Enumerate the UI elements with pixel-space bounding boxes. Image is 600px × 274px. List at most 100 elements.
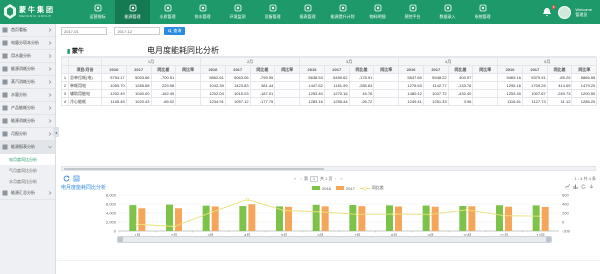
bar-2017-4[interactable] (248, 204, 256, 231)
sidebar-item-4[interactable]: 能源消耗分析 (0, 63, 55, 76)
sidebar-item-2[interactable]: 电量分项本分析 (0, 37, 55, 50)
bar-2017-1[interactable] (138, 208, 146, 231)
zoom-handle-left[interactable] (118, 237, 123, 242)
sidebar-item-3[interactable]: 用水量分析 (0, 50, 55, 63)
year-header: 同比率 (571, 65, 598, 74)
user-menu[interactable]: Welcome 管理员 (575, 7, 592, 17)
scrollbar-thumb[interactable] (64, 168, 324, 170)
bar-2016-11[interactable] (496, 205, 503, 231)
sidebar-item-1[interactable]: 首页看板 (0, 24, 55, 37)
chart-zoom-slider[interactable] (117, 236, 552, 243)
nav-item-4[interactable]: 排水管理 (185, 0, 220, 24)
bar-2016-12[interactable] (532, 205, 540, 231)
table-cell: 1253.40 (497, 89, 523, 98)
sidebar-item-6[interactable]: 水量分析 (0, 89, 55, 102)
nav-item-9[interactable]: 物料明细 (360, 0, 395, 24)
line-point-10[interactable] (465, 208, 469, 212)
avatar[interactable] (558, 5, 572, 19)
sidebar-subitem-2[interactable]: 气月度同比分析 (0, 165, 55, 176)
line-point-9[interactable] (429, 212, 433, 216)
bar-2017-12[interactable] (541, 206, 549, 231)
nav-item-10[interactable]: 预控平台 (395, 0, 430, 24)
pagination: « ‹ 第 1 共 1 页 › » 1 - 4 共 4 条 (61, 174, 596, 184)
bar-2017-11[interactable] (505, 206, 512, 231)
y-tick-label-right: 200 (562, 211, 569, 216)
line-point-7[interactable] (355, 212, 359, 216)
page-prefix: 第 (304, 175, 308, 181)
report-icon (304, 4, 311, 12)
sidebar-item-7[interactable]: 产品能耗分析 (0, 102, 55, 115)
nav-item-8[interactable]: 能源提升计划 (325, 0, 360, 24)
table-row[interactable]: 4 冷心能耗 1105.45 1020.43 -85.02 1234.91 1057.12-… (61, 97, 598, 106)
nav-item-5[interactable]: 环境监测 (220, 0, 255, 24)
year-header: 2016 (101, 65, 127, 74)
query-button[interactable]: 查询 (164, 27, 186, 35)
table-row[interactable]: 2 单耗用电 1055.70 1285.68 229.98 1042.39 1423.83 3… (61, 81, 598, 90)
refresh-icon[interactable] (63, 175, 70, 182)
table-cell: 381.44 (249, 81, 276, 90)
line-point-6[interactable] (319, 210, 323, 214)
line-point-11[interactable] (502, 214, 506, 218)
nav-item-1[interactable]: 运营指标 (80, 0, 115, 24)
legend-label[interactable]: 2017 (346, 186, 355, 191)
bar-2016-4[interactable] (239, 206, 247, 231)
table-row[interactable]: 3 辅助用能电 1202.49 1040.00 -162.49 1202.04 1015.0… (61, 89, 598, 98)
sidebar-subitem-3[interactable]: 水月度同比分析 (0, 176, 55, 187)
end-date-input[interactable]: 2017-12 (114, 27, 161, 35)
sidebar-item-9[interactable]: 月报分析 (0, 128, 55, 141)
line-point-3[interactable] (209, 210, 213, 215)
bar-2017-2[interactable] (175, 208, 182, 231)
brand-logo[interactable]: 蒙牛集团 MENGNIU GROUP (4, 3, 53, 21)
bar-2016-3[interactable] (202, 205, 210, 231)
select-all-checkbox[interactable] (61, 65, 69, 74)
bar-2016-2[interactable] (166, 204, 173, 231)
table-cell: 1249.41 (398, 97, 424, 106)
line-point-12[interactable] (539, 214, 543, 218)
bar-2017-9[interactable] (431, 206, 439, 231)
nav-item-11[interactable]: 数据录入 (430, 0, 465, 24)
line-point-5[interactable] (282, 208, 286, 213)
notifications-button[interactable]: 8 (542, 5, 556, 17)
line-point-8[interactable] (392, 212, 396, 216)
sidebar-subitem-1[interactable]: 电月度同比分析 (0, 154, 55, 165)
start-date-input[interactable]: 2017-01 (61, 27, 107, 35)
nav-item-2[interactable]: 能源管理 (115, 0, 150, 24)
sidebar-item-8[interactable]: 能源消耗分析 (0, 115, 55, 128)
nav-item-6[interactable]: 设备管理 (255, 0, 290, 24)
legend-label[interactable]: 2016 (322, 186, 331, 191)
page-input[interactable]: 1 (310, 175, 318, 182)
horizontal-scrollbar[interactable] (61, 166, 596, 171)
bar-2017-8[interactable] (395, 206, 402, 231)
bar-2017-6[interactable] (321, 206, 329, 231)
year-header: 2017 (422, 65, 449, 74)
restore-icon[interactable] (581, 184, 586, 189)
download-icon[interactable] (589, 184, 594, 189)
line-chart-icon[interactable] (565, 184, 570, 189)
zoom-handle-right[interactable] (546, 237, 551, 242)
line-point-2[interactable] (172, 224, 176, 229)
line-point-1[interactable] (135, 222, 139, 226)
sidebar-item-label: 电量分项本分析 (11, 40, 39, 45)
table-cell: -26.72 (348, 97, 375, 106)
bar-2016-9[interactable] (422, 205, 430, 231)
bar-chart-icon[interactable] (573, 184, 578, 189)
nav-item-3[interactable]: 水质管理 (150, 0, 185, 24)
sidebar-item-5[interactable]: 蒸汽消耗分析 (0, 76, 55, 89)
sidebar-item-11[interactable]: 能源汇总分析 (0, 187, 55, 200)
table-cell: 1285.68 (125, 81, 152, 90)
sidebar-item-label: 首页看板 (11, 27, 27, 32)
line-point-4[interactable] (245, 197, 249, 202)
bar-2016-7[interactable] (349, 204, 357, 231)
table-cell (274, 97, 301, 106)
sidebar-item-10[interactable]: 能源报表分析 (0, 141, 55, 154)
y-tick-label-right: 0 (562, 220, 565, 225)
table-row[interactable]: 1 总单位耗(电) 5754.17 5053.66 -700.51 5862.61 5063… (61, 73, 598, 82)
last-page-button[interactable]: » (338, 175, 344, 182)
bar-2017-7[interactable] (358, 206, 366, 231)
nav-item-12[interactable]: 系统管理 (465, 0, 500, 24)
nav-item-7[interactable]: 报表管理 (290, 0, 325, 24)
export-icon[interactable] (73, 175, 80, 182)
bar-2016-6[interactable] (312, 204, 320, 231)
bar-2016-8[interactable] (386, 205, 393, 231)
bar-2016-1[interactable] (129, 205, 137, 231)
